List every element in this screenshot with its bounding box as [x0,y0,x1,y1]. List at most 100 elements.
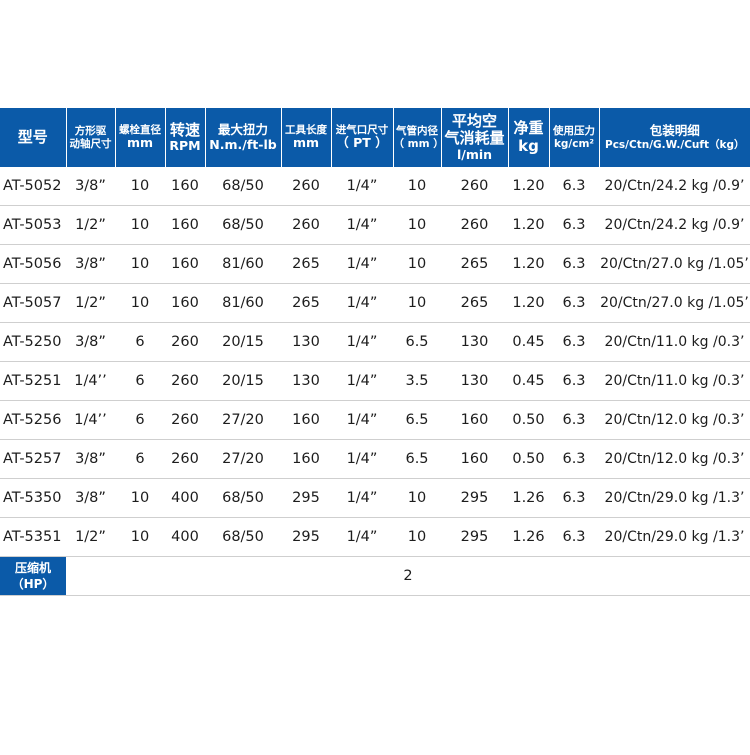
table-row: AT-5056 3/8” 10 160 81/60 265 1/4” 10 265 1.20 6.3… [0,244,750,284]
table-cell: 20/Ctn/11.0 kg /0.3’ [599,361,750,401]
table-cell: 1/2” [66,283,115,323]
model-cell: AT-5257 [0,439,66,479]
table-cell: 295 [281,478,331,518]
column-header-line1: 包装明细 [649,123,700,139]
table-row: AT-5350 3/8” 10 400 68/50 295 1/4” 10 295 1.26 6.3… [0,478,750,518]
compressor-value: 2 [66,556,750,596]
table-cell: 10 [393,478,441,518]
table-cell: 6.3 [549,283,599,323]
table-cell: 10 [393,517,441,557]
compressor-label-line2: （HP） [11,577,55,591]
table-cell: 6.3 [549,361,599,401]
header-row: 型号 方形驱 动轴尺寸 螺栓直径 mm 转速 RPM 最大扭力 N.m./ft-lb 工具长度 mm… [0,108,750,167]
table-cell: 295 [281,517,331,557]
table-cell: 3.5 [393,361,441,401]
table-cell: 1/4” [331,283,393,323]
table-cell: 1/4” [331,205,393,245]
table-cell: 6.3 [549,439,599,479]
table-cell: 1/2” [66,205,115,245]
table-row: AT-5256 1/4’’ 6 260 27/20 160 1/4” 6.5 160 0.50 6.… [0,400,750,440]
column-header-line2: 气消耗量 [444,129,505,148]
table-cell: 6.3 [549,400,599,440]
table-cell: 20/Ctn/24.2 kg /0.9’ [599,167,750,206]
table-cell: 1/4” [331,322,393,362]
table-cell: 27/20 [205,439,281,479]
table-cell: 10 [115,167,165,206]
column-header-line2: mm [126,135,154,151]
table-cell: 160 [165,283,205,323]
table-cell: 160 [165,244,205,284]
model-cell: AT-5056 [0,244,66,284]
table-row: AT-5351 1/2” 10 400 68/50 295 1/4” 10 295 1.26 6.3… [0,517,750,557]
table-cell: 81/60 [205,283,281,323]
model-cell: AT-5052 [0,167,66,206]
column-header-line2: 动轴尺寸 [69,137,112,150]
table-cell: 1/4’’ [66,400,115,440]
table-cell: 260 [441,167,508,206]
table-cell: 260 [441,205,508,245]
table-cell: 3/8” [66,439,115,479]
table-cell: 10 [393,205,441,245]
table-cell: 68/50 [205,205,281,245]
table-cell: 20/Ctn/29.0 kg /1.3’ [599,517,750,557]
table-row: AT-5257 3/8” 6 260 27/20 160 1/4” 6.5 160 0.50 6.3… [0,439,750,479]
model-cell: AT-5250 [0,322,66,362]
table-cell: 295 [441,517,508,557]
table-cell: 1/4” [331,361,393,401]
table-cell: 400 [165,478,205,518]
table-cell: 130 [441,322,508,362]
table-cell: 1/4” [331,478,393,518]
table-cell: 10 [115,283,165,323]
column-header-line2: mm [292,135,320,151]
table-cell: 400 [165,517,205,557]
column-header-line1: 型号 [17,127,48,146]
model-cell: AT-5053 [0,205,66,245]
column-header-line1: 平均空 [451,112,497,131]
table-cell: 6.3 [549,244,599,284]
table-cell: 160 [165,167,205,206]
column-header-line1: 净重 [513,119,544,138]
table-cell: 1.26 [508,517,549,557]
column-header-line2: （ PT ） [336,135,388,151]
table-body: AT-5052 3/8” 10 160 68/50 260 1/4” 10 260 1.20 6.3… [0,167,750,596]
table-cell: 6 [115,361,165,401]
table-cell: 1.20 [508,205,549,245]
model-cell: AT-5256 [0,400,66,440]
table-cell: 6 [115,322,165,362]
table-cell: 6.5 [393,322,441,362]
table-cell: 160 [281,400,331,440]
table-cell: 1.26 [508,478,549,518]
table-cell: 295 [441,478,508,518]
table-cell: 0.50 [508,439,549,479]
table-cell: 10 [115,478,165,518]
table-cell: 6.5 [393,439,441,479]
column-header-5: 工具长度 mm [281,108,332,167]
column-header-1: 方形驱 动轴尺寸 [66,108,116,167]
model-cell: AT-5251 [0,361,66,401]
column-header-line1: 最大扭力 [217,122,268,138]
table-cell: 265 [281,244,331,284]
table-cell: 6.3 [549,478,599,518]
table-cell: 0.45 [508,361,549,401]
table-cell: 10 [115,517,165,557]
table-cell: 3/8” [66,244,115,284]
table-cell: 6 [115,400,165,440]
model-cell: AT-5351 [0,517,66,557]
table-cell: 10 [393,244,441,284]
table-cell: 260 [165,322,205,362]
table-cell: 20/Ctn/12.0 kg /0.3’ [599,439,750,479]
compressor-row: 压缩机 （HP） 2 [0,556,750,596]
table-cell: 27/20 [205,400,281,440]
spec-table: 型号 方形驱 动轴尺寸 螺栓直径 mm 转速 RPM 最大扭力 N.m./ft-lb 工具长度 mm… [0,108,750,596]
model-cell: AT-5350 [0,478,66,518]
table-cell: 10 [393,167,441,206]
table-cell: 20/Ctn/12.0 kg /0.3’ [599,400,750,440]
table-cell: 260 [165,400,205,440]
table-row: AT-5057 1/2” 10 160 81/60 265 1/4” 10 265 1.20 6.3… [0,283,750,323]
table-cell: 160 [165,205,205,245]
column-header-line1: 使用压力 [553,125,595,138]
column-header-3: 转速 RPM [165,108,206,167]
column-header-line3: l/min [456,146,493,162]
table-cell: 1/4” [331,400,393,440]
table-cell: 68/50 [205,478,281,518]
